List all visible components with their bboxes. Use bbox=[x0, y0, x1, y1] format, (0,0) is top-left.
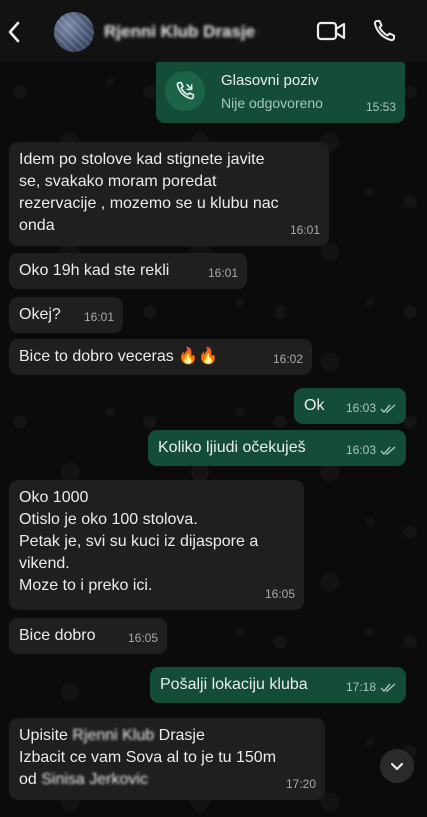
message-line: od Sinisa Jerkovic bbox=[19, 769, 315, 791]
message-time: 16:05 bbox=[264, 587, 295, 601]
message-outgoing[interactable]: Ok 16:03 bbox=[294, 388, 406, 424]
voice-call-bubble[interactable]: Glasovni poziv Nije odgovoreno 15:53 bbox=[156, 62, 405, 123]
chat-header: Rjenni Klub Drasje bbox=[0, 0, 427, 62]
message-text: Drasje bbox=[154, 727, 205, 744]
message-line: Upisite Rjenni Klub Drasje bbox=[19, 725, 315, 747]
message-outgoing[interactable]: Koliko ljiudi očekuješ 16:03 bbox=[148, 430, 406, 466]
contact-name[interactable]: Rjenni Klub Drasje bbox=[104, 22, 255, 42]
message-time: 16:02 bbox=[272, 352, 303, 366]
message-time: 17:20 bbox=[285, 777, 316, 791]
call-status: Nije odgovoreno bbox=[221, 95, 323, 111]
message-text: Bice to dobro veceras 🔥🔥 bbox=[19, 348, 219, 365]
message-time: 17:18 bbox=[346, 676, 397, 698]
message-incoming[interactable]: Upisite Rjenni Klub Drasje Izbacit ce va… bbox=[9, 718, 325, 800]
chat-area[interactable]: Glasovni poziv Nije odgovoreno 15:53 Ide… bbox=[0, 62, 427, 817]
read-ticks-icon bbox=[380, 682, 396, 692]
message-incoming[interactable]: Okej? 16:01 bbox=[9, 297, 123, 333]
message-time: 16:01 bbox=[207, 266, 238, 280]
scroll-to-bottom-button[interactable] bbox=[380, 749, 414, 783]
message-time: 16:01 bbox=[83, 310, 114, 324]
blurred-name: Sinisa Jerkovic bbox=[41, 771, 148, 788]
message-incoming[interactable]: Idem po stolove kad stignete javite se, … bbox=[9, 142, 329, 246]
message-text: od bbox=[19, 771, 42, 788]
message-text: Oko 1000 Otislo je oko 100 stolova. Peta… bbox=[19, 489, 259, 594]
missed-call-icon bbox=[165, 71, 205, 111]
message-text: Oko 19h kad ste rekli bbox=[19, 262, 170, 279]
message-time: 16:03 bbox=[346, 439, 397, 461]
message-incoming[interactable]: Oko 1000 Otislo je oko 100 stolova. Peta… bbox=[9, 480, 304, 610]
read-ticks-icon bbox=[380, 403, 396, 413]
chevron-down-icon bbox=[390, 762, 404, 771]
phone-icon[interactable] bbox=[372, 19, 396, 43]
message-time: 16:01 bbox=[289, 223, 320, 237]
message-incoming[interactable]: Bice to dobro veceras 🔥🔥 16:02 bbox=[9, 339, 312, 375]
avatar[interactable] bbox=[54, 12, 94, 52]
message-line: Izbacit ce vam Sova al to je tu 150m bbox=[19, 749, 277, 766]
message-text: Upisite bbox=[19, 727, 73, 744]
blurred-club-name: Rjenni Klub bbox=[72, 727, 155, 744]
message-text: Idem po stolove kad stignete javite se, … bbox=[19, 151, 279, 234]
message-outgoing[interactable]: Pošalji lokaciju kluba 17:18 bbox=[150, 667, 406, 703]
chevron-left-icon[interactable] bbox=[6, 20, 22, 44]
call-title: Glasovni poziv bbox=[221, 72, 319, 89]
read-ticks-icon bbox=[380, 445, 396, 455]
message-incoming[interactable]: Oko 19h kad ste rekli 16:01 bbox=[9, 253, 247, 289]
message-time: 16:03 bbox=[346, 397, 397, 419]
message-time: 15:53 bbox=[365, 100, 396, 114]
message-incoming[interactable]: Bice dobro 16:05 bbox=[9, 618, 167, 654]
message-time: 16:05 bbox=[127, 631, 158, 645]
video-call-icon[interactable] bbox=[316, 20, 346, 42]
